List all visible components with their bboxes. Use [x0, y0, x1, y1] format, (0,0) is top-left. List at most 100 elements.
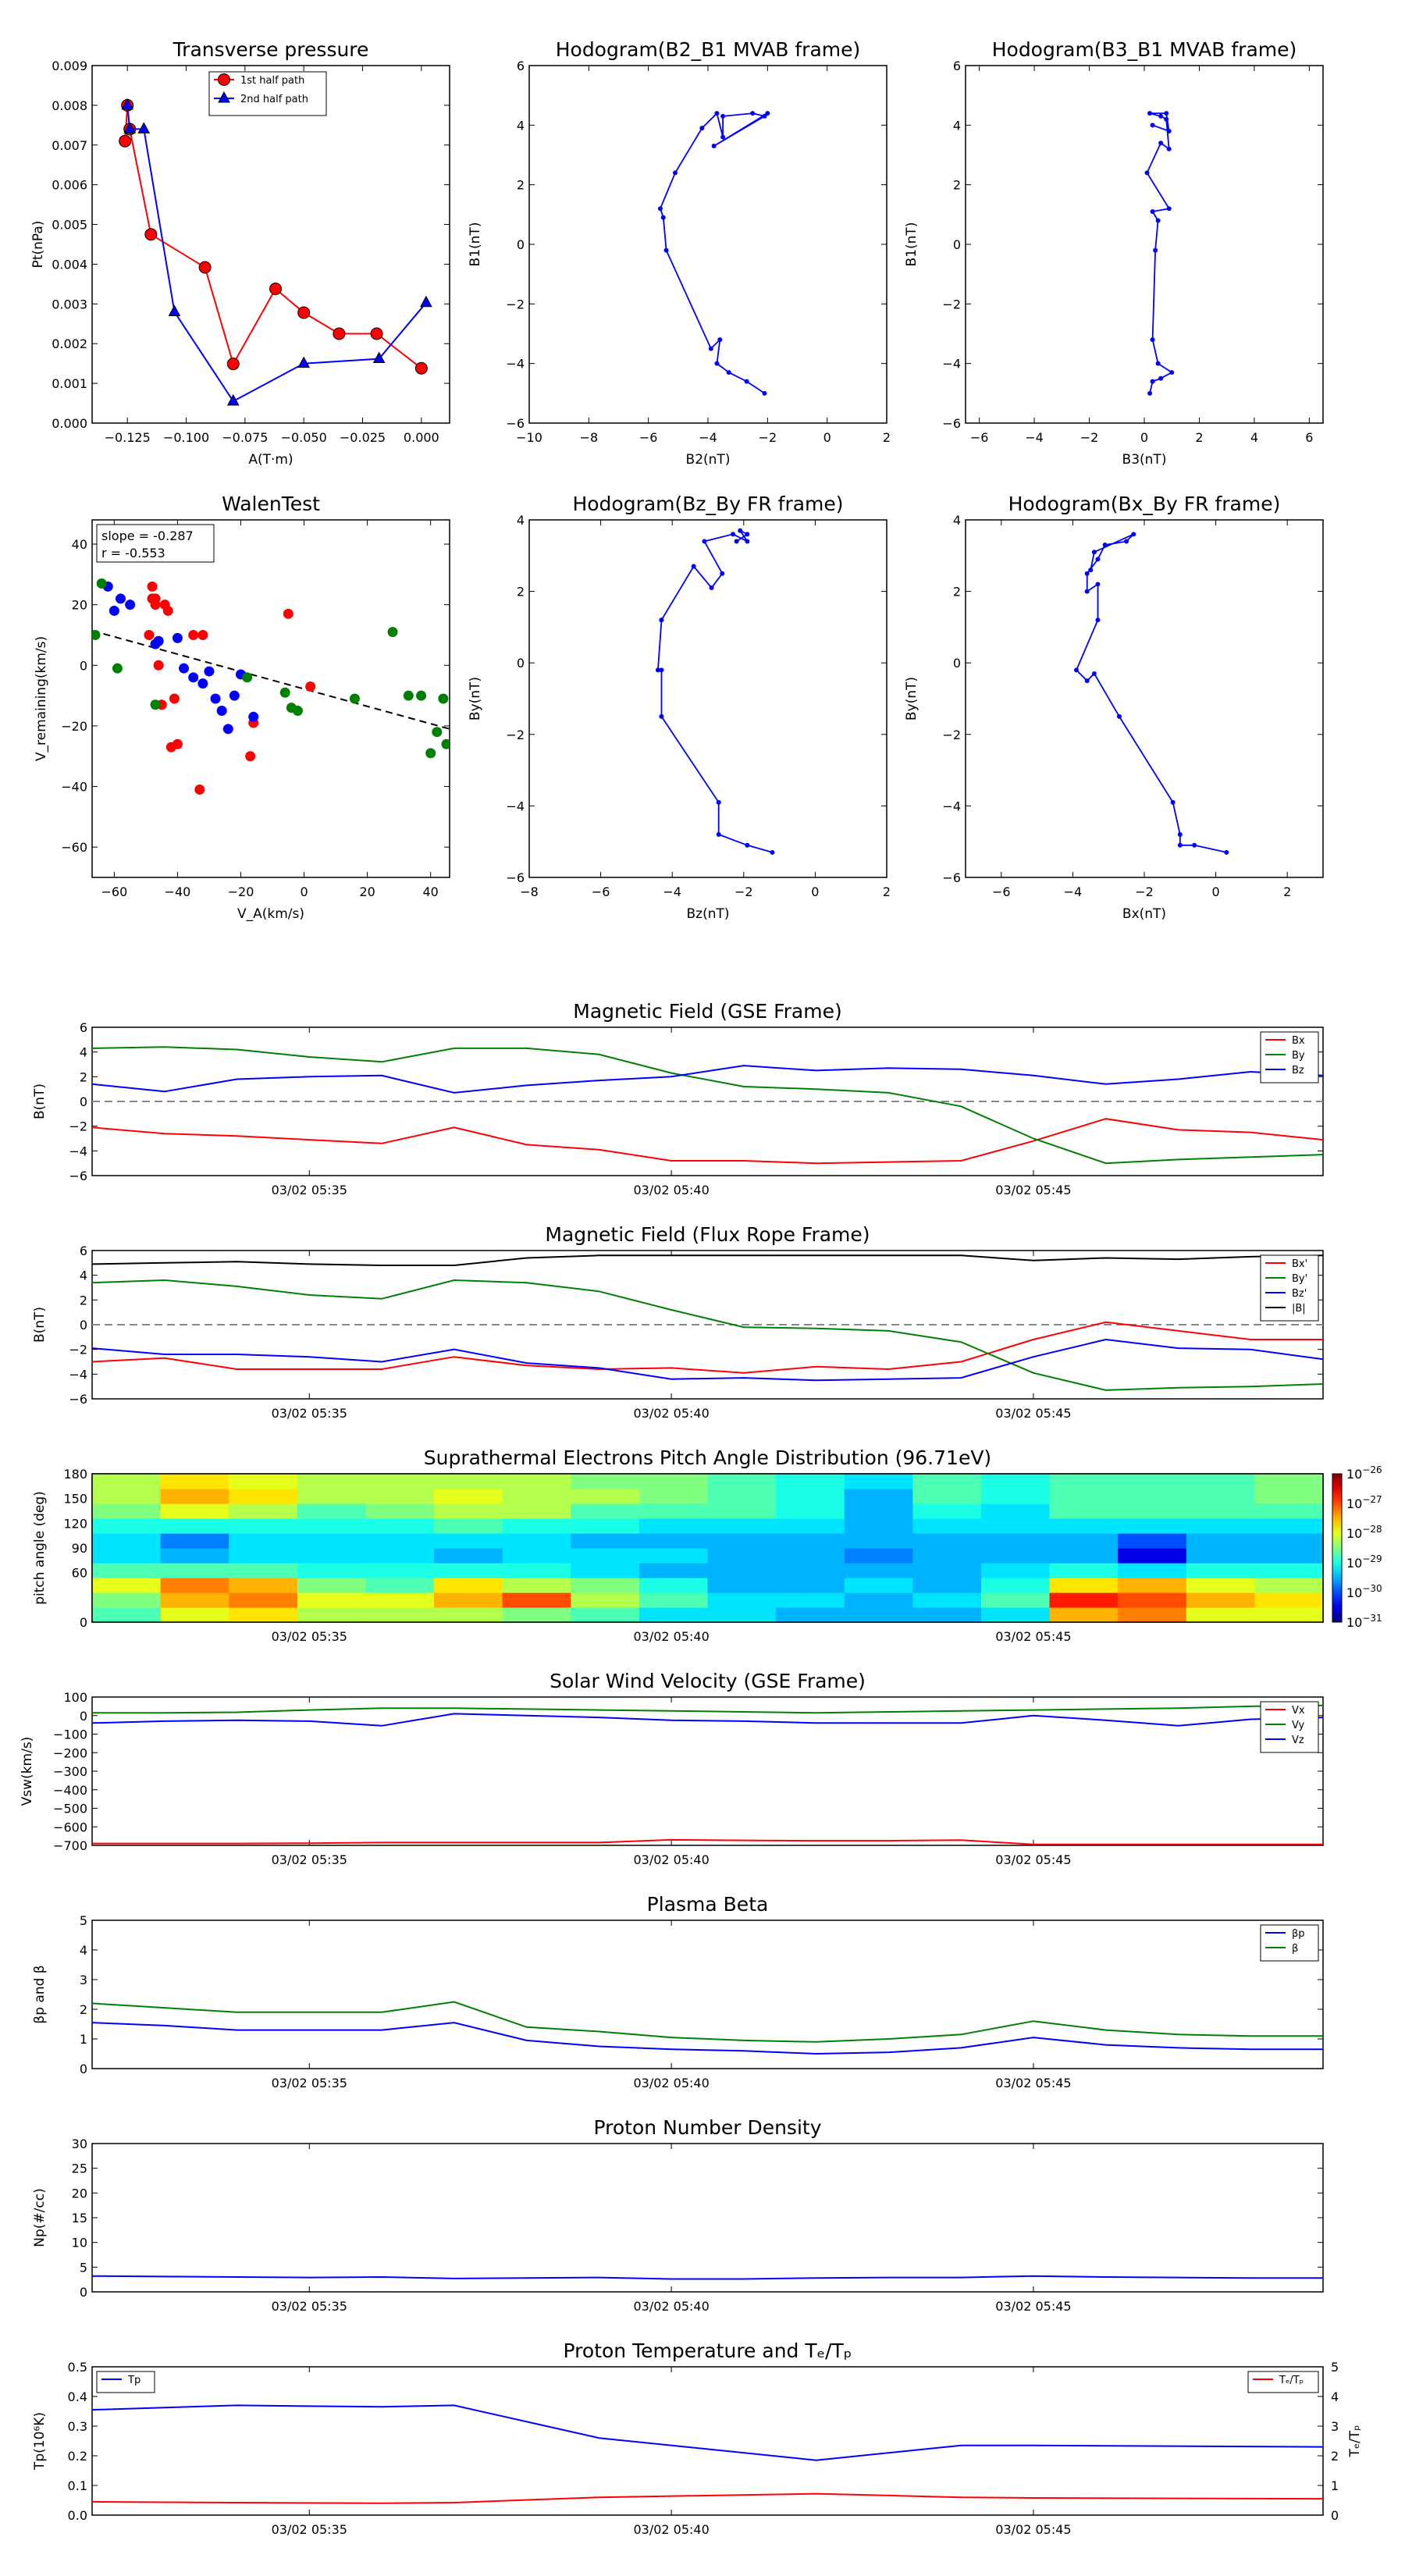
heatmap-cell: [571, 1607, 640, 1623]
y-axis-label-right: Tₑ/Tₚ: [1347, 2425, 1363, 2458]
y-tick-label: −2: [69, 1343, 87, 1357]
data-point: [720, 571, 725, 576]
legend-label: By: [1292, 1050, 1305, 1062]
x-tick-label: −2: [1135, 884, 1154, 899]
data-point: [144, 228, 158, 241]
y-tick-label: 0: [517, 237, 525, 252]
data-point: [726, 370, 731, 375]
chart-title: Transverse pressure: [173, 38, 369, 61]
data-point: [425, 748, 436, 759]
heatmap-cell: [1118, 1592, 1187, 1608]
colorbar-label: 10−30: [1346, 1583, 1382, 1600]
chart-bgse: Magnetic Field (GSE Frame) −6 −4 −2 0 2 4 6 03/0…: [32, 1000, 1324, 1197]
data-point: [1158, 113, 1164, 119]
x-tick-label: −4: [1064, 884, 1083, 899]
chart-vsw: Solar Wind Velocity (GSE Frame) −700 −600 −…: [20, 1670, 1324, 1867]
data-point: [673, 170, 678, 176]
colorbar: [1332, 1473, 1343, 1623]
data-point: [708, 346, 713, 351]
heatmap-cell: [1118, 1607, 1187, 1623]
data-point: [657, 206, 663, 212]
data-point: [1144, 170, 1150, 176]
heatmap-cell: [92, 1503, 162, 1519]
data-point: [745, 842, 750, 848]
heatmap-cell: [844, 1518, 913, 1534]
y-tick-label-right: 5: [1331, 2360, 1339, 2375]
heatmap-cell: [571, 1578, 640, 1593]
heatmap-cell: [297, 1474, 367, 1489]
data-point: [188, 672, 199, 683]
y-tick-label: 0.000: [52, 416, 87, 431]
heatmap-cell: [707, 1548, 777, 1564]
x-tick-label: 03/02 05:45: [995, 1406, 1071, 1421]
heatmap-cell: [1254, 1518, 1324, 1534]
heatmap-cell: [1254, 1489, 1324, 1504]
y-tick-label: 6: [80, 1244, 87, 1258]
x-tick-label: −8: [580, 430, 599, 445]
data-point: [717, 337, 723, 343]
data-point: [179, 663, 190, 674]
legend-label: Tp: [127, 2375, 140, 2386]
data-point: [1147, 111, 1153, 116]
data-point: [1124, 539, 1129, 544]
data-point: [1150, 337, 1155, 343]
y-tick-label: 0.009: [52, 59, 87, 73]
y-axis-label: βp and β: [32, 1965, 48, 2023]
heatmap-cell: [980, 1548, 1051, 1564]
y-tick-label: 20: [72, 2186, 87, 2201]
data-point: [438, 693, 449, 704]
heatmap-cell: [365, 1592, 435, 1608]
heatmap-cell: [434, 1503, 503, 1519]
y-tick-label: 150: [63, 1492, 87, 1507]
chart-title: Magnetic Field (Flux Rope Frame): [545, 1223, 870, 1246]
legend-label: Tₑ/Tₚ: [1279, 2375, 1304, 2386]
heatmap-cell: [707, 1578, 777, 1593]
y-tick-label: 0.2: [68, 2449, 87, 2464]
y-tick-label: 20: [72, 598, 87, 613]
y-tick-label: 2: [80, 1293, 87, 1308]
data-point: [1095, 557, 1101, 562]
y-tick-label: 5: [80, 2260, 87, 2275]
heatmap-cell: [638, 1578, 709, 1593]
x-tick-label: −6: [592, 884, 610, 899]
heatmap-cell: [1049, 1474, 1119, 1489]
heatmap-cell: [365, 1489, 435, 1504]
heatmap-cell: [229, 1489, 298, 1504]
heatmap-cell: [365, 1503, 435, 1519]
data-point: [1158, 141, 1164, 146]
data-point: [714, 111, 720, 116]
y-tick-label: 2: [80, 2002, 87, 2017]
heatmap-cell: [229, 1474, 298, 1489]
legend-label: Bz': [1292, 1288, 1307, 1300]
data-point: [125, 600, 136, 610]
heatmap-cell: [912, 1518, 982, 1534]
heatmap-cell: [434, 1578, 503, 1593]
heatmap-cell: [92, 1563, 162, 1578]
heatmap-cell: [1254, 1592, 1324, 1608]
y-tick-label: −6: [506, 416, 525, 431]
data-point: [1169, 370, 1175, 375]
y-axis-label: By(nT): [468, 677, 483, 720]
legend-box: [96, 2371, 155, 2393]
heatmap-cell: [912, 1533, 982, 1549]
heatmap-cell: [1049, 1563, 1119, 1578]
heatmap-cell: [229, 1533, 298, 1549]
data-point: [1073, 667, 1079, 673]
data-point: [1102, 543, 1108, 548]
heatmap-cell: [502, 1592, 571, 1608]
x-tick-label: −8: [520, 884, 539, 899]
heatmap-cell: [1186, 1563, 1255, 1578]
y-tick-label: 100: [63, 1690, 87, 1705]
y-tick-label-right: 3: [1331, 2419, 1339, 2434]
data-point: [119, 134, 132, 148]
heatmap-cell: [434, 1548, 503, 1564]
heatmap-cell: [844, 1592, 913, 1608]
heatmap-cell: [92, 1592, 162, 1608]
data-point: [297, 306, 311, 319]
heatmap-cell: [1049, 1548, 1119, 1564]
x-tick-label: 03/02 05:40: [633, 1852, 709, 1867]
x-tick-label: −4: [1025, 430, 1044, 445]
heatmap-cell: [297, 1503, 367, 1519]
y-tick-label: 0.3: [68, 2419, 87, 2434]
series-line: [91, 1279, 1324, 1391]
